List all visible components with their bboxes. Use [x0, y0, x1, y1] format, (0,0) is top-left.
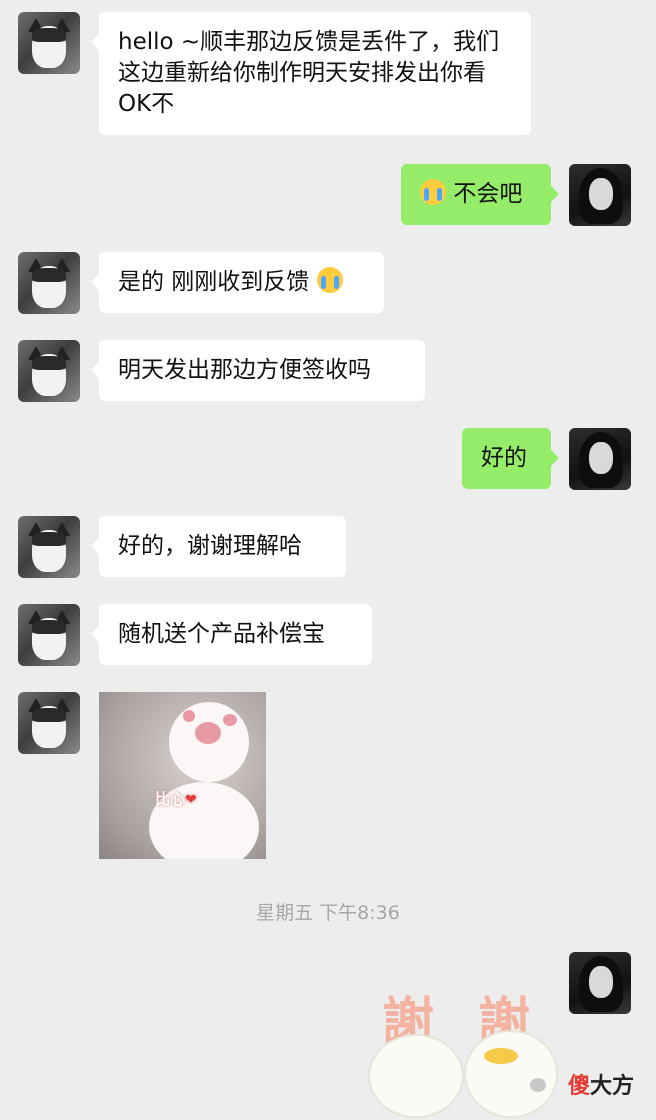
message-text: 不会吧 [453, 181, 523, 207]
cat-patch [32, 620, 66, 634]
paw-pad [183, 710, 195, 722]
message-bubble-outgoing[interactable]: 好的 [462, 428, 559, 489]
face [589, 966, 613, 998]
contact-avatar[interactable] [18, 340, 80, 402]
duck-beak [484, 1048, 518, 1064]
bun-character [368, 1034, 464, 1118]
wechat-icon [530, 1078, 546, 1092]
user-avatar[interactable] [569, 164, 631, 226]
sticker-caption: 比心❤ [155, 788, 197, 809]
cat-patch [32, 708, 66, 722]
message-bubble-incoming[interactable]: 好的，谢谢理解哈 [91, 516, 346, 577]
crying-face-icon [420, 179, 446, 205]
message-text: 是的 刚刚收到反馈 [118, 269, 310, 295]
cat-paw-sticker[interactable]: 比心❤ [99, 692, 266, 859]
face [589, 442, 613, 474]
message-text: 明天发出那边方便签收吗 [118, 357, 371, 383]
user-avatar[interactable] [569, 952, 631, 1014]
paw-pad [195, 722, 221, 744]
face [589, 178, 613, 210]
message-text: 好的，谢谢理解哈 [118, 533, 302, 559]
contact-avatar[interactable] [18, 252, 80, 314]
contact-avatar[interactable] [18, 692, 80, 754]
message-text: hello ~顺丰那边反馈是丢件了，我们这边重新给你制作明天安排发出你看OK不 [118, 29, 500, 117]
message-bubble-incoming[interactable]: 是的 刚刚收到反馈 [91, 252, 384, 313]
message-bubble-incoming[interactable]: hello ~顺丰那边反馈是丢件了，我们这边重新给你制作明天安排发出你看OK不 [91, 12, 531, 135]
contact-avatar[interactable] [18, 516, 80, 578]
watermark-brand-rest: 大方 [590, 1074, 635, 1099]
chat-timestamp: 星期五 下午8:36 [256, 902, 400, 924]
watermark: 傻大方 [530, 1068, 650, 1102]
sticker-caption-text: 比心 [155, 790, 186, 808]
paw-pad [223, 714, 237, 726]
watermark-brand: 傻大方 [568, 1068, 634, 1100]
message-bubble-outgoing[interactable]: 不会吧 [401, 164, 559, 225]
cat-patch [32, 356, 66, 370]
message-text: 随机送个产品补偿宝 [118, 621, 325, 647]
message-bubble-incoming[interactable]: 随机送个产品补偿宝 [91, 604, 372, 665]
heart-icon: ❤ [185, 792, 197, 808]
watermark-brand-red: 傻 [568, 1074, 591, 1099]
cat-patch [32, 28, 66, 42]
cat-patch [32, 532, 66, 546]
contact-avatar[interactable] [18, 12, 80, 74]
message-bubble-incoming[interactable]: 明天发出那边方便签收吗 [91, 340, 425, 401]
crying-face-icon [316, 267, 343, 293]
user-avatar[interactable] [569, 428, 631, 490]
cat-patch [32, 268, 66, 282]
message-text: 好的 [481, 445, 527, 471]
contact-avatar[interactable] [18, 604, 80, 666]
